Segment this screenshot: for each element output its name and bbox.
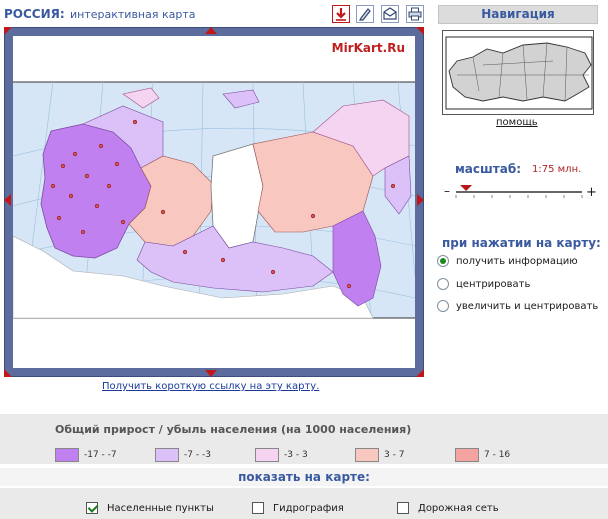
legend-item: 7 - 16: [455, 447, 510, 462]
legend-panel: Общий прирост / убыль населения (на 1000…: [0, 414, 608, 464]
radio-button[interactable]: [437, 300, 449, 312]
radio-label: центрировать: [456, 278, 531, 290]
map-header: РОССИЯ: интерактивная карта: [4, 5, 424, 25]
pan-south-icon[interactable]: [205, 370, 217, 377]
radio-center[interactable]: центрировать: [437, 276, 530, 292]
legend-title: Общий прирост / убыль населения (на 1000…: [55, 423, 412, 436]
checkbox[interactable]: [86, 502, 98, 514]
print-button[interactable]: [406, 5, 424, 23]
legend-item: -17 - -7: [55, 447, 117, 462]
edit-button[interactable]: [356, 5, 374, 23]
layer-hydrography[interactable]: Гидрография: [252, 502, 344, 514]
pan-east-icon[interactable]: [417, 194, 424, 206]
pencil-icon: [359, 8, 371, 21]
layer-settlements[interactable]: Населенные пункты: [86, 502, 214, 514]
legend-label: 7 - 16: [484, 449, 511, 460]
layer-roads[interactable]: Дорожная сеть: [397, 502, 499, 514]
pan-southeast-icon[interactable]: [416, 369, 424, 377]
checkbox-label: Населенные пункты: [107, 502, 214, 514]
show-on-map-title: показать на карте:: [0, 468, 608, 486]
checkbox-label: Гидрография: [273, 502, 344, 514]
legend-swatch: [355, 447, 379, 462]
pan-northwest-icon[interactable]: [4, 27, 12, 35]
legend-swatch: [255, 447, 279, 462]
overview-russia-map[interactable]: [443, 31, 594, 115]
radio-button[interactable]: [437, 278, 449, 290]
legend-label: 3 - 7: [384, 449, 405, 460]
russia-map[interactable]: [13, 36, 415, 368]
radio-zoom-center[interactable]: увеличить и центрировать: [437, 298, 598, 314]
legend-swatch: [55, 447, 79, 462]
radio-label: увеличить и центрировать: [456, 300, 599, 312]
navigation-title: Навигация: [438, 5, 598, 24]
envelope-icon: [383, 7, 397, 20]
click-action-title: при нажатии на карту:: [442, 236, 601, 250]
checkbox[interactable]: [397, 502, 409, 514]
radio-button[interactable]: [437, 255, 449, 267]
legend-swatch: [455, 447, 479, 462]
pan-west-icon[interactable]: [4, 194, 11, 206]
legend-label: -3 - 3: [284, 449, 308, 460]
printer-icon: [408, 7, 422, 21]
download-button[interactable]: [332, 5, 350, 23]
scale-value: 1:75 млн.: [532, 164, 582, 175]
radio-label: получить информацию: [456, 255, 578, 267]
legend-label: -7 - -3: [184, 449, 211, 460]
legend-item: -3 - 3: [255, 447, 308, 462]
layer-checks-panel: Населенные пункты Гидрография Дорожная с…: [0, 488, 608, 519]
scale-thumb[interactable]: [460, 185, 473, 191]
checkbox[interactable]: [252, 502, 264, 514]
checkbox-label: Дорожная сеть: [418, 502, 499, 514]
page-title: РОССИЯ:: [4, 7, 65, 21]
map-frame: MirKart.Ru: [4, 27, 424, 377]
legend-swatch: [155, 447, 179, 462]
download-icon: [336, 8, 346, 21]
short-link[interactable]: Получить короткую ссылку на эту карту.: [102, 381, 319, 392]
pan-north-icon[interactable]: [205, 27, 217, 34]
pan-northeast-icon[interactable]: [416, 27, 424, 35]
map-canvas[interactable]: MirKart.Ru: [13, 36, 415, 368]
pan-southwest-icon[interactable]: [4, 369, 12, 377]
zoom-in-button[interactable]: +: [586, 185, 597, 200]
brand-label: MirKart.Ru: [331, 41, 405, 55]
scale-label: масштаб:: [455, 162, 521, 176]
zoom-out-button[interactable]: –: [444, 184, 450, 198]
legend-item: -7 - -3: [155, 447, 211, 462]
help-link[interactable]: помощь: [496, 117, 538, 128]
overview-map[interactable]: [442, 30, 594, 115]
scale-slider[interactable]: – +: [444, 181, 597, 201]
radio-get-info[interactable]: получить информацию: [437, 253, 578, 269]
page-subtitle: интерактивная карта: [70, 8, 196, 21]
email-button[interactable]: [381, 5, 399, 23]
legend-item: 3 - 7: [355, 447, 404, 462]
legend-label: -17 - -7: [84, 449, 117, 460]
